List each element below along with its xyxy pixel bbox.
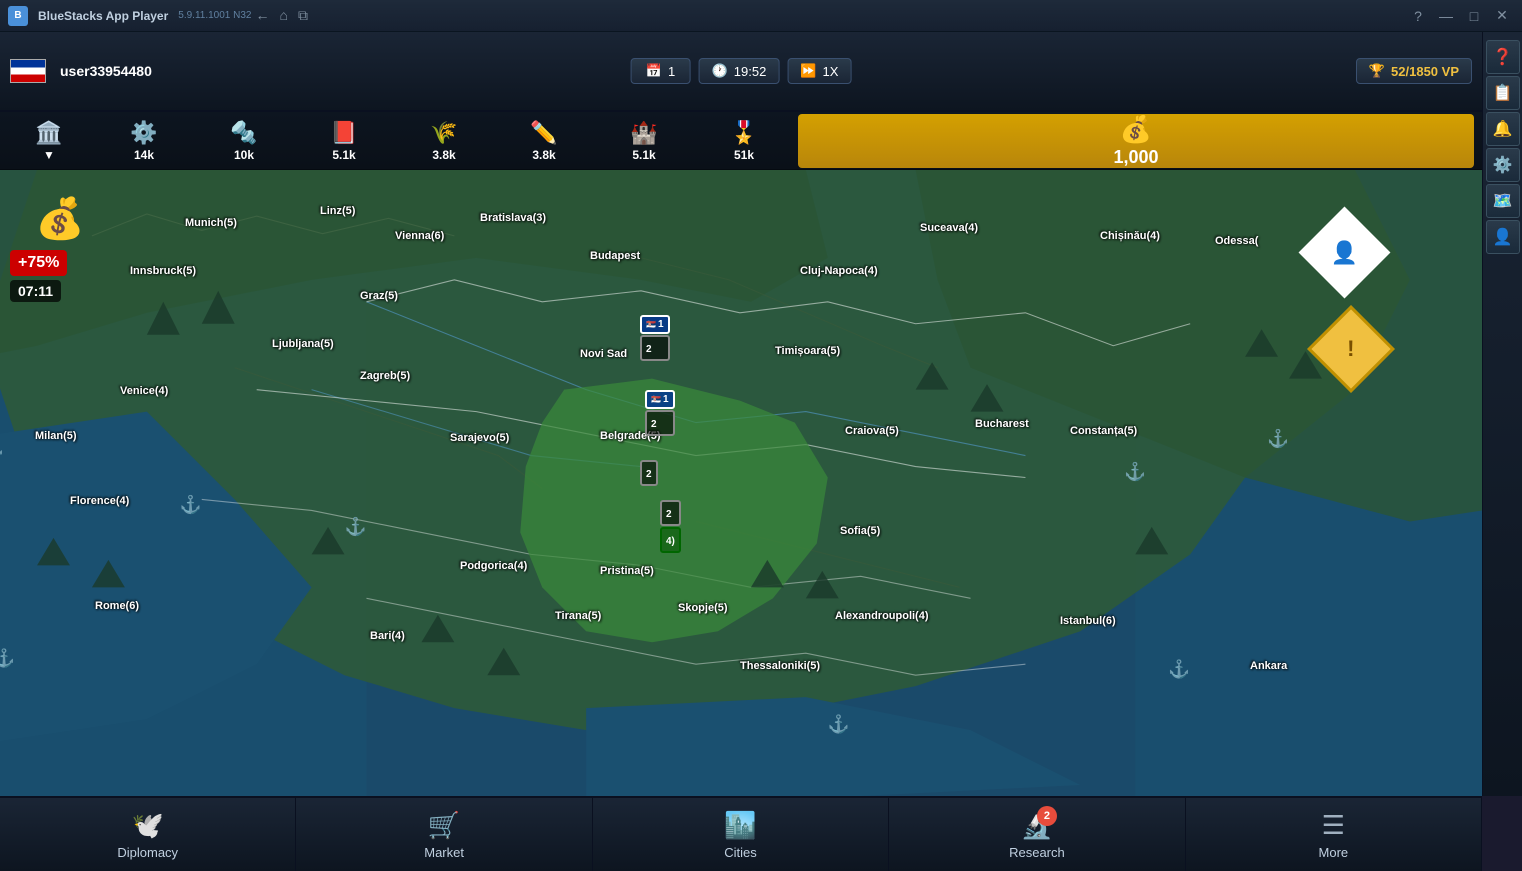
turn-value: 1 [668,64,675,79]
resource-manpower[interactable]: ✏️ 3.8k [494,112,594,169]
player-info: user33954480 [10,59,152,83]
right-sidebar: ❓ 📋 🔔 ⚙️ 🗺️ 👤 [1482,32,1522,796]
nav-diplomacy[interactable]: 🕊️ Diplomacy [0,798,296,871]
nav-cities[interactable]: 🏙️ Cities [593,798,889,871]
market-icon: 🛒 [428,810,460,841]
unit-counter-3: 2 [640,460,658,486]
resource-buildings[interactable]: 🏛️ ▼ [4,112,94,169]
resources-bar: 🏛️ ▼ ⚙️ 14k 🔩 10k 📕 5.1k 🌾 3.8k ✏️ 3.8 [0,112,1482,170]
turn-counter[interactable]: 📅 1 [631,58,691,84]
sidebar-help-btn[interactable]: ❓ [1486,40,1520,74]
bonus-timer: 07:11 [10,280,61,302]
nav-home-btn[interactable]: ⌂ [276,5,292,26]
production-icon: 🔩 [230,120,257,146]
svg-text:⚓: ⚓ [828,714,850,734]
resource-points[interactable]: 🎖️ 51k [694,112,794,169]
cities-icon: 🏙️ [724,810,756,841]
title-bar: B BlueStacks App Player 5.9.11.1001 N32 … [0,0,1522,32]
sidebar-list-btn[interactable]: 📋 [1486,76,1520,110]
speed-value: 1X [823,64,839,79]
svg-text:⚓: ⚓ [1267,429,1289,449]
diplomacy-label: Diplomacy [117,845,178,860]
svg-text:⚓: ⚓ [345,516,367,536]
research-icon: 📕 [330,120,357,146]
manpower-icon: ✏️ [530,120,557,146]
sidebar-notification-btn[interactable]: 🔔 [1486,112,1520,146]
app-name: BlueStacks App Player [38,9,168,23]
resource-industry[interactable]: ⚙️ 14k [94,112,194,169]
gold-icon: 💰 [1120,114,1152,145]
sidebar-profile-btn[interactable]: 👤 [1486,220,1520,254]
military-icon: 🏰 [630,120,657,146]
game-header: user33954480 📅 1 🕐 19:52 ⏩ 1X [0,32,1482,112]
time-value: 19:52 [734,64,767,79]
nav-market[interactable]: 🛒 Market [296,798,592,871]
player-name: user33954480 [60,63,152,79]
app-version: 5.9.11.1001 N32 [178,10,251,21]
trophy-icon: 🏆 [1369,63,1385,79]
more-label: More [1319,845,1349,860]
unit-counter-2: 🇷🇸 1 2 [645,390,675,436]
help-btn[interactable]: ? [1406,6,1430,26]
svg-text:⚓: ⚓ [180,494,202,514]
timer-display[interactable]: 🕐 19:52 [699,58,780,84]
research-badge: 2 [1037,806,1057,826]
clock-icon: 🕐 [712,63,728,79]
close-btn[interactable]: ✕ [1490,6,1514,26]
sidebar-settings-btn[interactable]: ⚙️ [1486,148,1520,182]
points-icon: 🎖️ [730,120,757,146]
app-icon: B [8,6,28,26]
more-icon: ☰ [1322,810,1345,841]
fast-forward-icon: ⏩ [800,63,816,79]
minimize-btn[interactable]: — [1434,6,1458,26]
gold-value: 1,000 [1113,147,1158,168]
trophy-value: 52/1850 VP [1391,64,1459,79]
svg-text:⚓: ⚓ [0,648,15,668]
alert-indicator: ! [1320,318,1382,380]
research-label: Research [1009,845,1065,860]
cities-label: Cities [724,845,757,860]
bonus-percentage: +75% [10,250,67,276]
nav-back-btn[interactable]: ← [252,5,274,26]
nav-window-btn[interactable]: ⧉ [294,5,312,26]
maximize-btn[interactable]: □ [1462,6,1486,26]
buildings-icon: 🏛️ [35,120,62,146]
svg-text:⚓: ⚓ [1168,659,1190,679]
resource-food[interactable]: 🌾 3.8k [394,112,494,169]
player-indicator: 👤 [1312,220,1377,285]
svg-text:⚓: ⚓ [1124,462,1146,482]
calendar-icon: 📅 [646,63,662,79]
gold-pile-icon: 💰 [35,195,85,242]
resource-production[interactable]: 🔩 10k [194,112,294,169]
alert-icon: ! [1347,336,1354,362]
food-icon: 🌾 [430,120,457,146]
market-label: Market [424,845,464,860]
resource-gold[interactable]: 💰 1,000 [798,114,1474,168]
industry-icon: ⚙️ [130,120,157,146]
speed-control[interactable]: ⏩ 1X [787,58,851,84]
game-map[interactable]: ⚓ ⚓ ⚓ ⚓ ⚓ ⚓ ⚓ ⚓ Munich(5) Linz(5) Vienna… [0,170,1482,796]
nav-research[interactable]: 🔬 2 Research [889,798,1185,871]
trophy-score[interactable]: 🏆 52/1850 VP [1356,58,1472,84]
resource-military[interactable]: 🏰 5.1k [594,112,694,169]
map-background: ⚓ ⚓ ⚓ ⚓ ⚓ ⚓ ⚓ ⚓ [0,170,1482,796]
header-center-controls: 📅 1 🕐 19:52 ⏩ 1X [631,58,852,84]
player-silhouette-icon: 👤 [1331,240,1358,266]
nav-more[interactable]: ☰ More [1186,798,1482,871]
resource-research[interactable]: 📕 5.1k [294,112,394,169]
header-right: 🏆 52/1850 VP [1356,58,1472,84]
player-flag [10,59,46,83]
diplomacy-icon: 🕊️ [132,810,164,841]
sidebar-map-btn[interactable]: 🗺️ [1486,184,1520,218]
svg-text:⚓: ⚓ [0,440,4,460]
unit-counter-4: 2 4) [660,500,681,553]
bottom-navigation: 🕊️ Diplomacy 🛒 Market 🏙️ Cities 🔬 2 Rese… [0,796,1482,871]
unit-counter-1: 🇷🇸 1 2 [640,315,670,361]
